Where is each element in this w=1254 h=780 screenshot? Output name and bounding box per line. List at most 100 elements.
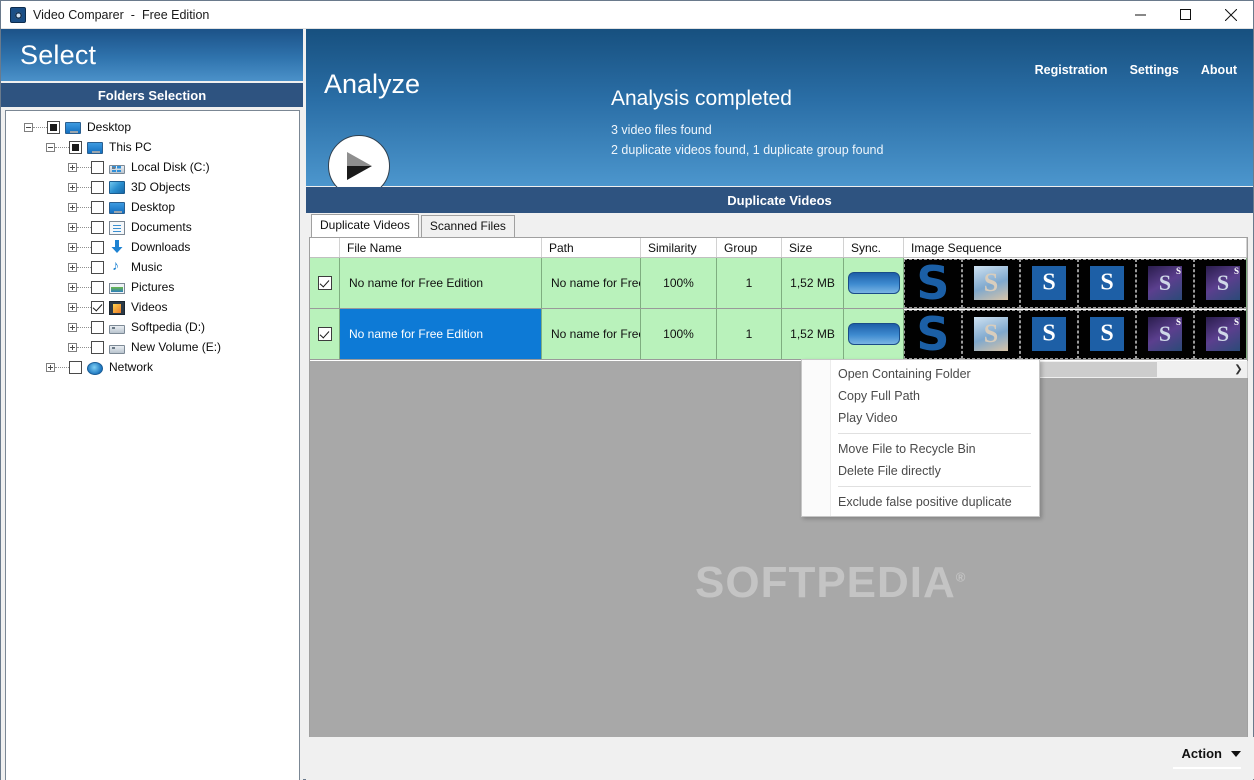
cell-similarity[interactable]: 100% <box>641 309 717 359</box>
tree-item-pictures[interactable]: Pictures <box>6 277 299 297</box>
minimize-button[interactable] <box>1118 1 1163 29</box>
expand-plus-icon[interactable] <box>68 182 77 192</box>
thumbnail-image[interactable]: SS <box>1194 258 1246 308</box>
tab-scanned-files[interactable]: Scanned Files <box>420 215 515 237</box>
thumbnail-image[interactable]: S <box>904 309 962 359</box>
menu-item-copy-full-path[interactable]: Copy Full Path <box>802 385 1039 407</box>
maximize-button[interactable] <box>1163 1 1208 29</box>
column-header-similarity[interactable]: Similarity <box>641 238 717 257</box>
context-menu[interactable]: Open Containing Folder Copy Full Path Play… <box>801 359 1040 517</box>
tree-checkbox[interactable] <box>47 120 60 134</box>
expand-plus-icon[interactable] <box>68 162 77 172</box>
cell-image-sequence[interactable]: SSSSSSSS <box>904 309 1247 359</box>
column-header-checkbox[interactable] <box>310 238 340 257</box>
tree-checkbox[interactable] <box>69 140 82 154</box>
tree-item-network[interactable]: Network <box>6 357 299 377</box>
thumbnail-image[interactable]: S <box>1078 258 1136 308</box>
table-row[interactable]: No name for Free EditionNo name for Free… <box>310 309 1247 360</box>
column-header-path[interactable]: Path <box>542 238 641 257</box>
thumbnail-image[interactable]: S <box>962 309 1020 359</box>
nav-link-registration[interactable]: Registration <box>1035 63 1108 77</box>
expand-plus-icon[interactable] <box>46 362 55 372</box>
cell-path[interactable]: No name for Free... <box>542 258 641 308</box>
expand-plus-icon[interactable] <box>68 302 77 312</box>
tree-item-videos[interactable]: Videos <box>6 297 299 317</box>
thumbnail-image[interactable]: S <box>904 258 962 308</box>
expand-plus-icon[interactable] <box>68 242 77 252</box>
tree-checkbox[interactable] <box>91 200 104 214</box>
nav-link-about[interactable]: About <box>1201 63 1237 77</box>
menu-item-move-file-to-recycle-bin[interactable]: Move File to Recycle Bin <box>802 438 1039 460</box>
tree-item-music[interactable]: Music <box>6 257 299 277</box>
column-header-image-sequence[interactable]: Image Sequence <box>904 238 1247 257</box>
tree-item-local-disk-c[interactable]: Local Disk (C:) <box>6 157 299 177</box>
cell-path[interactable]: No name for Free... <box>542 309 641 359</box>
cell-group[interactable]: 1 <box>717 258 782 308</box>
expand-plus-icon[interactable] <box>68 342 77 352</box>
tree-checkbox[interactable] <box>91 260 104 274</box>
expand-plus-icon[interactable] <box>68 322 77 332</box>
thumbnail-image[interactable]: SS <box>1136 258 1194 308</box>
tree-item-downloads[interactable]: Downloads <box>6 237 299 257</box>
expand-plus-icon[interactable] <box>68 282 77 292</box>
row-checkbox[interactable] <box>317 327 332 341</box>
collapse-minus-icon[interactable] <box>46 142 55 152</box>
thumbnail-image[interactable]: S <box>1078 309 1136 359</box>
tree-connector <box>77 206 91 208</box>
tree-checkbox[interactable] <box>91 180 104 194</box>
sync-button[interactable] <box>847 272 900 294</box>
folder-tree[interactable]: Desktop This PC Local Disk (C:) 3D Objects D… <box>5 110 300 780</box>
nav-link-settings[interactable]: Settings <box>1130 63 1179 77</box>
thumbnail-image[interactable]: SS <box>1194 309 1246 359</box>
collapse-minus-icon[interactable] <box>24 122 33 132</box>
menu-item-delete-file-directly[interactable]: Delete File directly <box>802 460 1039 482</box>
tree-item-documents[interactable]: Documents <box>6 217 299 237</box>
tree-checkbox[interactable] <box>91 320 104 334</box>
tree-checkbox[interactable] <box>91 240 104 254</box>
tree-checkbox[interactable] <box>91 340 104 354</box>
tree-checkbox[interactable] <box>91 160 104 174</box>
row-select-cell[interactable] <box>310 309 340 359</box>
tree-checkbox[interactable] <box>91 280 104 294</box>
tab-duplicate-videos[interactable]: Duplicate Videos <box>311 214 419 237</box>
tree-checkbox[interactable] <box>69 360 82 374</box>
cell-group[interactable]: 1 <box>717 309 782 359</box>
tree-item-softpedia-d[interactable]: Softpedia (D:) <box>6 317 299 337</box>
column-header-file-name[interactable]: File Name <box>340 238 542 257</box>
tree-item-desktop[interactable]: Desktop <box>6 117 299 137</box>
tree-item-desktop[interactable]: Desktop <box>6 197 299 217</box>
menu-item-play-video[interactable]: Play Video <box>802 407 1039 429</box>
tree-item-this-pc[interactable]: This PC <box>6 137 299 157</box>
thumbnail-image[interactable]: S <box>962 258 1020 308</box>
cell-file-name[interactable]: No name for Free Edition <box>340 258 542 308</box>
cell-size[interactable]: 1,52 MB <box>782 309 844 359</box>
thumbnail-image[interactable]: S <box>1020 309 1078 359</box>
tree-item-new-volume-e[interactable]: New Volume (E:) <box>6 337 299 357</box>
menu-item-open-containing-folder[interactable]: Open Containing Folder <box>802 363 1039 385</box>
expand-plus-icon[interactable] <box>68 222 77 232</box>
cell-file-name[interactable]: No name for Free Edition <box>340 309 542 359</box>
row-select-cell[interactable] <box>310 258 340 308</box>
close-button[interactable] <box>1208 1 1253 29</box>
cell-image-sequence[interactable]: SSSSSSSS <box>904 258 1247 308</box>
column-header-group[interactable]: Group <box>717 238 782 257</box>
column-header-sync[interactable]: Sync. <box>844 238 904 257</box>
column-header-size[interactable]: Size <box>782 238 844 257</box>
menu-item-exclude-false-positive-duplicate[interactable]: Exclude false positive duplicate <box>802 491 1039 513</box>
row-checkbox[interactable] <box>317 276 332 290</box>
tree-checkbox[interactable] <box>91 220 104 234</box>
table-row[interactable]: No name for Free EditionNo name for Free… <box>310 258 1247 309</box>
cell-size[interactable]: 1,52 MB <box>782 258 844 308</box>
cell-sync[interactable] <box>844 309 904 359</box>
thumbnail-image[interactable]: S <box>1020 258 1078 308</box>
tree-checkbox[interactable] <box>91 300 104 314</box>
action-button[interactable]: Action <box>1182 746 1241 761</box>
expand-plus-icon[interactable] <box>68 262 77 272</box>
thumbnail-image[interactable]: SS <box>1136 309 1194 359</box>
sync-button[interactable] <box>847 323 900 345</box>
tree-item-3d-objects[interactable]: 3D Objects <box>6 177 299 197</box>
chevron-right-icon[interactable]: ❯ <box>1230 360 1247 378</box>
cell-similarity[interactable]: 100% <box>641 258 717 308</box>
expand-plus-icon[interactable] <box>68 202 77 212</box>
cell-sync[interactable] <box>844 258 904 308</box>
